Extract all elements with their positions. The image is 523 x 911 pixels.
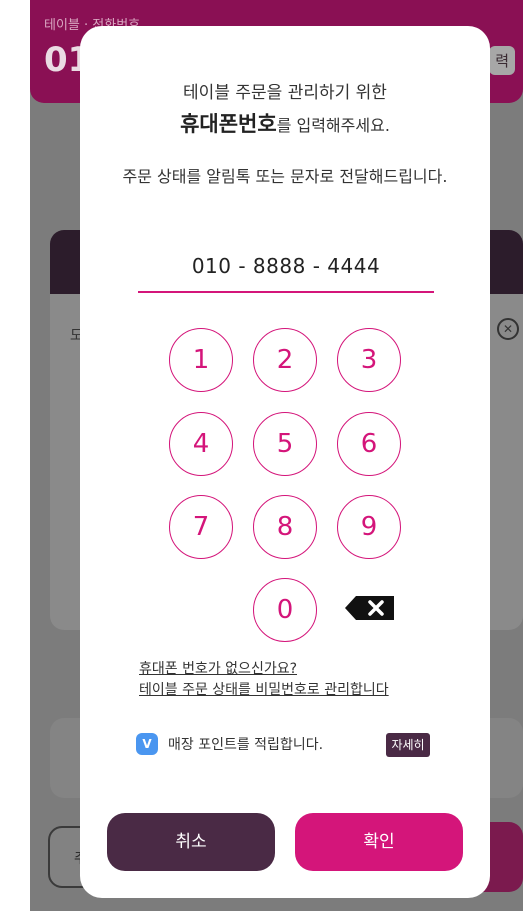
- point-text: 매장 포인트를 적립합니다.: [168, 737, 324, 753]
- keypad-key-6[interactable]: 6: [337, 412, 401, 476]
- backspace-icon[interactable]: [344, 595, 396, 621]
- intro-emphasis: 휴대폰번호: [180, 112, 277, 136]
- confirm-button[interactable]: 확인: [295, 813, 463, 871]
- close-icon[interactable]: ✕: [497, 318, 519, 340]
- header-input-button[interactable]: 력: [489, 46, 515, 75]
- intro-line-2-rest: 를 입력해주세요.: [276, 116, 390, 135]
- keypad-key-8[interactable]: 8: [253, 495, 317, 559]
- point-app-icon: V: [136, 733, 158, 755]
- keypad-key-0[interactable]: 0: [253, 578, 317, 642]
- phone-number-display: 010 - 8888 - 4444: [191, 254, 381, 278]
- keypad-key-2[interactable]: 2: [253, 328, 317, 392]
- detail-button[interactable]: 자세히: [386, 733, 430, 757]
- keypad-key-5[interactable]: 5: [253, 412, 317, 476]
- phone-number-modal: 테이블 주문을 관리하기 위한 휴대폰번호를 입력해주세요. 주문 상태를 알림…: [80, 26, 490, 898]
- keypad-key-1[interactable]: 1: [169, 328, 233, 392]
- phone-number-underline: [138, 291, 434, 293]
- point-row: V 매장 포인트를 적립합니다.: [136, 730, 323, 758]
- keypad-key-4[interactable]: 4: [169, 412, 233, 476]
- cancel-button[interactable]: 취소: [107, 813, 275, 871]
- keypad-key-9[interactable]: 9: [337, 495, 401, 559]
- keypad-key-3[interactable]: 3: [337, 328, 401, 392]
- keypad-key-7[interactable]: 7: [169, 495, 233, 559]
- no-phone-link[interactable]: 휴대폰 번호가 없으신가요? 테이블 주문 상태를 비밀번호로 관리합니다: [139, 659, 389, 701]
- password-manage-link: 테이블 주문 상태를 비밀번호로 관리합니다: [139, 682, 389, 698]
- intro-line-1: 테이블 주문을 관리하기 위한: [183, 83, 387, 103]
- intro-line-2: 휴대폰번호를 입력해주세요.: [80, 108, 490, 138]
- no-phone-question: 휴대폰 번호가 없으신가요?: [139, 661, 298, 677]
- notification-notice: 주문 상태를 알림톡 또는 문자로 전달해드립니다.: [122, 167, 448, 186]
